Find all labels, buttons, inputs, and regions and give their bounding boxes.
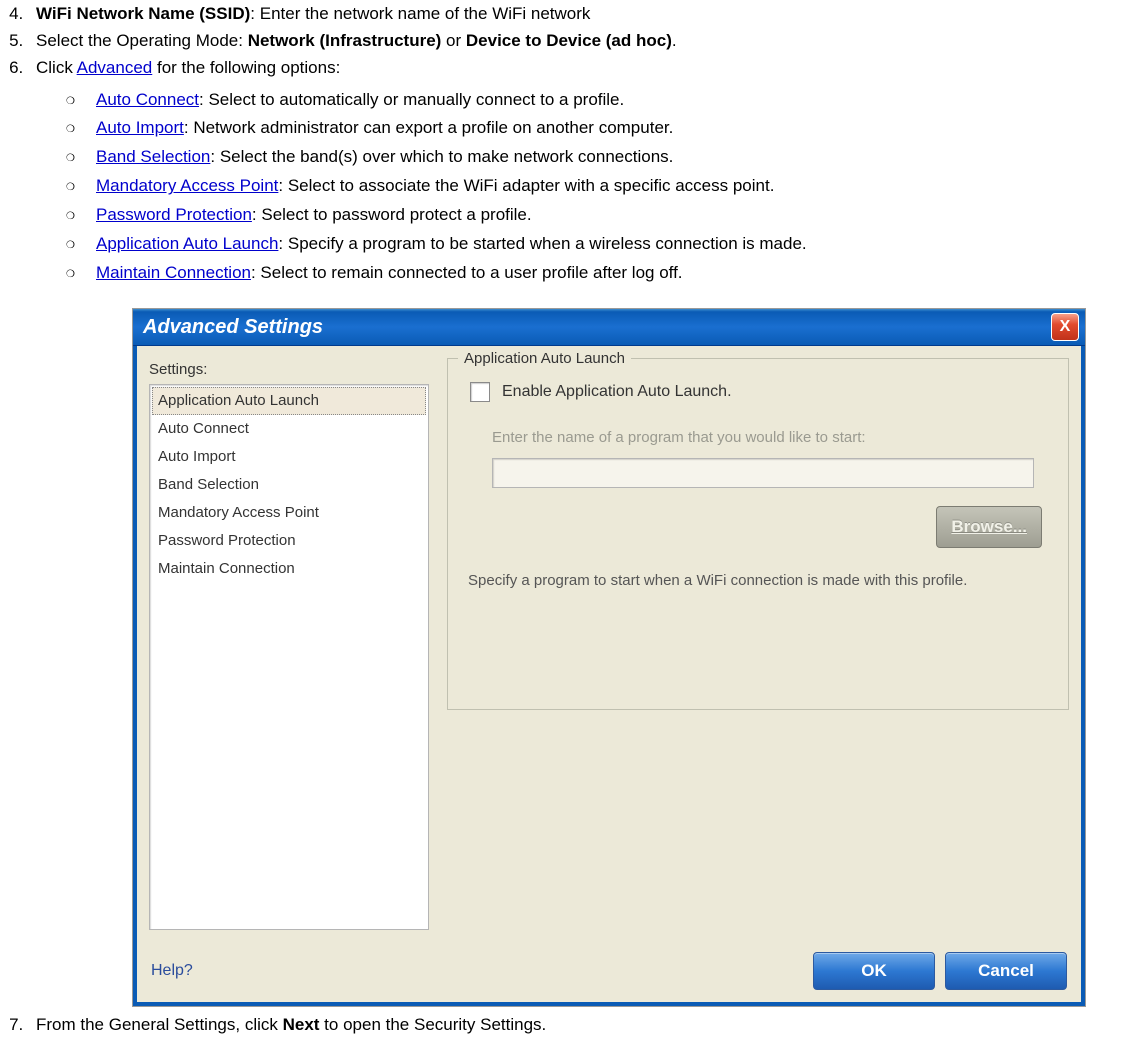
group-legend: Application Auto Launch	[458, 347, 631, 371]
step5-pre: Select the Operating Mode:	[36, 31, 248, 50]
settings-item-auto-import[interactable]: Auto Import	[152, 443, 426, 471]
sub-item: Mandatory Access Point: Select to associ…	[66, 172, 1126, 201]
sub-desc: : Select the band(s) over which to make …	[210, 147, 673, 166]
step5-mid: or	[441, 31, 466, 50]
app-auto-launch-link[interactable]: Application Auto Launch	[96, 234, 278, 253]
dialog-title: Advanced Settings	[143, 311, 323, 343]
program-prompt: Enter the name of a program that you wou…	[492, 426, 1050, 450]
settings-item-band-selection[interactable]: Band Selection	[152, 471, 426, 499]
auto-connect-link[interactable]: Auto Connect	[96, 90, 199, 109]
sub-desc: : Select to automatically or manually co…	[199, 90, 624, 109]
sub-desc: : Select to associate the WiFi adapter w…	[278, 176, 774, 195]
ssid-label: WiFi Network Name (SSID)	[36, 4, 250, 23]
instruction-step-4: WiFi Network Name (SSID): Enter the netw…	[28, 0, 1126, 27]
band-selection-link[interactable]: Band Selection	[96, 147, 210, 166]
ok-button[interactable]: OK	[813, 952, 935, 990]
cancel-button[interactable]: Cancel	[945, 952, 1067, 990]
settings-item-mandatory-ap[interactable]: Mandatory Access Point	[152, 499, 426, 527]
settings-item-app-auto-launch[interactable]: Application Auto Launch	[152, 387, 426, 415]
settings-item-auto-connect[interactable]: Auto Connect	[152, 415, 426, 443]
instruction-step-5: Select the Operating Mode: Network (Infr…	[28, 27, 1126, 54]
step6-pre: Click	[36, 58, 77, 77]
settings-label: Settings:	[149, 358, 429, 382]
checkbox-label: Enable Application Auto Launch.	[502, 379, 732, 405]
advanced-settings-dialog: Advanced Settings X Settings: Applicatio…	[132, 308, 1086, 1007]
step7-b1: Next	[283, 1015, 320, 1034]
step7-post: to open the Security Settings.	[319, 1015, 546, 1034]
app-auto-launch-group: Application Auto Launch Enable Applicati…	[447, 358, 1069, 710]
step5-post: .	[672, 31, 677, 50]
sub-item: Band Selection: Select the band(s) over …	[66, 143, 1126, 172]
browse-button[interactable]: Browse...	[936, 506, 1042, 547]
dialog-titlebar: Advanced Settings X	[133, 309, 1085, 346]
advanced-link[interactable]: Advanced	[77, 58, 153, 77]
ssid-desc: : Enter the network name of the WiFi net…	[250, 4, 590, 23]
help-link[interactable]: Help?	[151, 958, 193, 984]
close-button[interactable]: X	[1051, 313, 1079, 341]
auto-import-link[interactable]: Auto Import	[96, 118, 184, 137]
step6-post: for the following options:	[152, 58, 340, 77]
step5-b2: Device to Device (ad hoc)	[466, 31, 672, 50]
settings-item-password-protection[interactable]: Password Protection	[152, 527, 426, 555]
step7-pre: From the General Settings, click	[36, 1015, 283, 1034]
enable-auto-launch-checkbox[interactable]	[470, 382, 490, 402]
maintain-connection-link[interactable]: Maintain Connection	[96, 263, 251, 282]
sub-item: Maintain Connection: Select to remain co…	[66, 259, 1126, 288]
sub-item: Application Auto Launch: Specify a progr…	[66, 230, 1126, 259]
mandatory-ap-link[interactable]: Mandatory Access Point	[96, 176, 278, 195]
sub-desc: : Select to remain connected to a user p…	[251, 263, 683, 282]
settings-item-maintain-connection[interactable]: Maintain Connection	[152, 555, 426, 583]
sub-desc: : Specify a program to be started when a…	[278, 234, 806, 253]
sub-desc: : Network administrator can export a pro…	[184, 118, 673, 137]
settings-listbox[interactable]: Application Auto Launch Auto Connect Aut…	[149, 384, 429, 930]
sub-item: Password Protection: Select to password …	[66, 201, 1126, 230]
step5-b1: Network (Infrastructure)	[248, 31, 442, 50]
instruction-step-7: From the General Settings, click Next to…	[28, 1011, 1126, 1038]
sub-item: Auto Connect: Select to automatically or…	[66, 86, 1126, 115]
instruction-step-6: Click Advanced for the following options…	[28, 54, 1126, 1006]
password-protection-link[interactable]: Password Protection	[96, 205, 252, 224]
sub-item: Auto Import: Network administrator can e…	[66, 114, 1126, 143]
sub-desc: : Select to password protect a profile.	[252, 205, 532, 224]
program-path-input[interactable]	[492, 458, 1034, 488]
group-description: Specify a program to start when a WiFi c…	[468, 570, 1038, 591]
